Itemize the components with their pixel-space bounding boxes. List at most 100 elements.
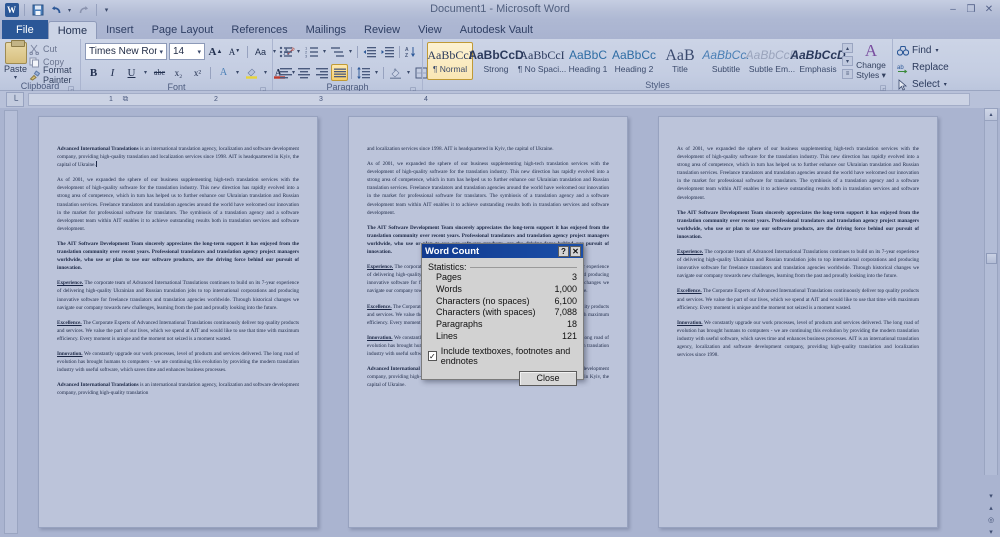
vertical-scrollbar[interactable]: ◎ ▴ ▾ ▴ ◎ ▾ <box>984 108 998 537</box>
include-textboxes-checkbox-row[interactable]: ✓ Include textboxes, footnotes and endno… <box>428 346 577 366</box>
multilevel-list-button[interactable] <box>329 43 346 60</box>
style-item-subtitle[interactable]: AaBbCc. Subtitle <box>702 42 749 80</box>
style-item-no-spacing[interactable]: AaBbCcI ¶ No Spaci... <box>518 42 567 80</box>
tab-autodesk-vault[interactable]: Autodesk Vault <box>451 21 542 39</box>
find-label: Find <box>912 45 932 56</box>
style-item-heading-2[interactable]: AaBbCc Heading 2 <box>611 42 657 80</box>
divider <box>210 66 211 79</box>
underline-chevron-down-icon[interactable]: ▾ <box>142 69 149 76</box>
select-chevron-down-icon[interactable]: ▾ <box>944 81 947 88</box>
select-button[interactable]: Select ▾ <box>897 77 947 92</box>
sort-button[interactable]: AZ <box>403 43 420 60</box>
grow-font-button[interactable]: A ▲ <box>207 43 224 60</box>
italic-button[interactable]: I <box>104 64 121 81</box>
bullets-chevron-down-icon[interactable]: ▾ <box>295 48 302 55</box>
horizontal-ruler[interactable]: 1 2 3 4 ⧉ <box>28 93 970 106</box>
text-effects-chevron-down-icon[interactable]: ▾ <box>234 69 241 76</box>
bullets-button[interactable] <box>277 43 294 60</box>
subscript-button[interactable]: x₂ <box>170 64 187 81</box>
styles-dialog-launcher[interactable]: ◲ <box>879 83 887 92</box>
align-right-button[interactable] <box>313 64 330 81</box>
find-chevron-down-icon[interactable]: ▾ <box>935 47 938 54</box>
style-item-title[interactable]: AaB Title <box>657 42 703 80</box>
tab-review[interactable]: Review <box>355 21 409 39</box>
indent-marker-icon[interactable]: ⧉ <box>121 94 130 107</box>
font-size-combo[interactable]: 14 ▾ <box>169 43 205 60</box>
shading-button[interactable] <box>387 64 404 81</box>
decrease-indent-button[interactable] <box>361 43 378 60</box>
styles-more-icon[interactable]: ≡ <box>842 69 853 79</box>
document-paragraph: Advanced International Translations is a… <box>57 145 299 169</box>
styles-scroll-down-icon[interactable]: ▾ <box>842 56 853 66</box>
change-case-button[interactable]: Aa <box>252 43 269 60</box>
scroll-down-button[interactable]: ▾ <box>985 490 998 501</box>
scrollbar-thumb[interactable] <box>986 253 997 264</box>
style-item-heading-1[interactable]: AaBbC Heading 1 <box>565 42 611 80</box>
next-page-button[interactable]: ▾ <box>985 526 998 537</box>
tab-home[interactable]: Home <box>47 21 98 39</box>
dialog-help-button[interactable]: ? <box>558 245 569 257</box>
shading-chevron-down-icon[interactable]: ▾ <box>405 69 412 76</box>
minimize-button[interactable]: – <box>946 3 960 15</box>
document-page-3[interactable]: As of 2001, we expanded the sphere of ou… <box>658 116 938 528</box>
style-item-normal[interactable]: AaBbCcI ¶ Normal <box>427 42 473 80</box>
style-item-emphasis[interactable]: AaBbCcD Emphasis <box>790 42 845 80</box>
document-text-run: Excellence. <box>367 303 392 310</box>
text-highlight-button[interactable] <box>243 64 260 81</box>
font-name-chevron-down-icon[interactable]: ▾ <box>157 48 165 56</box>
numbering-button[interactable]: 123 <box>303 43 320 60</box>
underline-button[interactable]: U <box>123 64 140 81</box>
page-3-text[interactable]: As of 2001, we expanded the sphere of ou… <box>677 145 919 366</box>
superscript-button[interactable]: x² <box>189 64 206 81</box>
find-button[interactable]: Find ▾ <box>896 43 938 58</box>
increase-indent-button[interactable] <box>379 43 396 60</box>
multilevel-chevron-down-icon[interactable]: ▾ <box>347 48 354 55</box>
format-painter-button[interactable]: Format Painter <box>29 65 76 85</box>
shrink-font-button[interactable]: A ▼ <box>226 43 243 60</box>
style-preview: AaBbCcD <box>790 48 846 62</box>
include-textboxes-checkbox[interactable]: ✓ <box>428 350 437 361</box>
style-item-strong[interactable]: AaBbCcD Strong <box>468 42 523 80</box>
font-size-chevron-down-icon[interactable]: ▾ <box>195 48 203 56</box>
line-spacing-chevron-down-icon[interactable]: ▾ <box>373 69 380 76</box>
previous-page-button[interactable]: ▴ <box>985 502 998 513</box>
browse-object-button[interactable]: ◎ <box>985 514 998 525</box>
strikethrough-button[interactable]: abc <box>151 64 168 81</box>
font-name-combo[interactable]: Times New Rom ▾ <box>85 43 167 60</box>
text-effects-button[interactable]: A <box>215 64 232 81</box>
paste-dropdown-icon[interactable]: ▾ <box>14 74 17 81</box>
cut-button[interactable]: Cut <box>29 43 76 55</box>
dialog-close-button[interactable]: ✕ <box>570 245 581 257</box>
tab-view[interactable]: View <box>409 21 451 39</box>
tab-insert[interactable]: Insert <box>97 21 143 39</box>
tab-file[interactable]: File <box>2 20 48 39</box>
align-center-button[interactable] <box>295 64 312 81</box>
close-button[interactable]: Close <box>519 370 577 386</box>
scrollbar-track[interactable] <box>984 121 998 475</box>
styles-scroll-up-icon[interactable]: ▴ <box>842 43 853 53</box>
word-count-dialog[interactable]: Word Count ? ✕ Statistics: Pages 3 Words 1,… <box>421 243 584 386</box>
font-name-value: Times New Rom <box>89 46 158 57</box>
page-1-text[interactable]: Advanced International Translations is a… <box>57 145 299 404</box>
numbering-chevron-down-icon[interactable]: ▾ <box>321 48 328 55</box>
paste-button[interactable]: Paste ▾ <box>4 40 27 81</box>
align-left-button[interactable] <box>277 64 294 81</box>
replace-button[interactable]: ab Replace <box>897 60 949 75</box>
tab-references[interactable]: References <box>222 21 296 39</box>
tab-stop-selector[interactable]: └ <box>6 92 24 107</box>
ribbon-group-clipboard: Paste ▾ Cut Copy Format Painter Clipboar… <box>0 39 80 93</box>
change-styles-button[interactable]: A Change Styles ▾ <box>854 42 888 81</box>
close-button[interactable]: ✕ <box>982 3 996 15</box>
justify-button[interactable] <box>331 64 348 81</box>
style-label: Heading 2 <box>614 64 654 74</box>
tab-mailings[interactable]: Mailings <box>297 21 355 39</box>
tab-page-layout[interactable]: Page Layout <box>143 21 223 39</box>
scroll-up-button[interactable]: ▴ <box>984 108 998 121</box>
style-item-subtle-emphasis[interactable]: AaBbCcD Subtle Em... <box>746 42 799 80</box>
maximize-button[interactable]: ❒ <box>964 3 978 15</box>
document-page-1[interactable]: Advanced International Translations is a… <box>38 116 318 528</box>
bold-button[interactable]: B <box>85 64 102 81</box>
highlight-chevron-down-icon[interactable]: ▾ <box>262 69 269 76</box>
line-spacing-button[interactable] <box>355 64 372 81</box>
statistic-label: Characters (with spaces) <box>436 307 536 318</box>
